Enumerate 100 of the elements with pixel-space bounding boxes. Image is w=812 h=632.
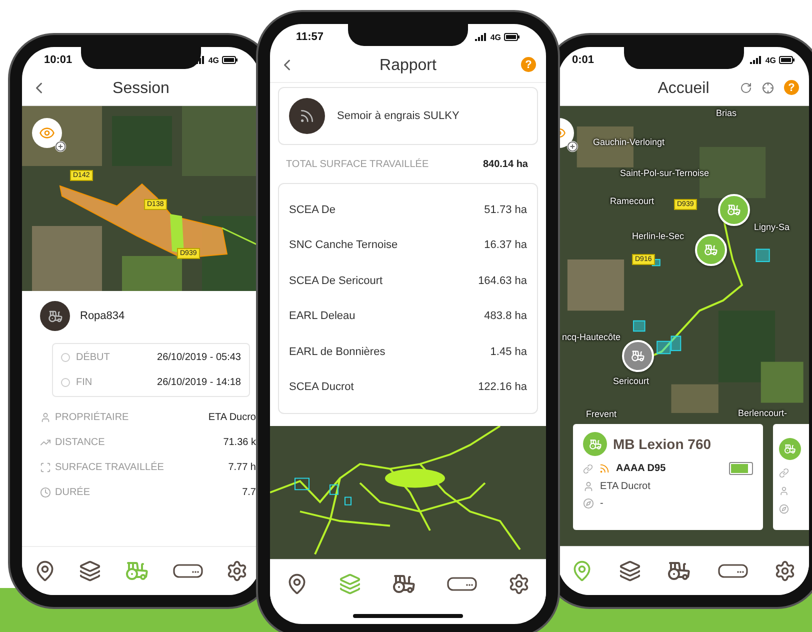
field-patch <box>671 384 718 413</box>
settings-icon <box>774 560 796 582</box>
field-patch <box>32 226 102 291</box>
parcel-outline <box>294 478 310 490</box>
period-value: 26/10/2019 - 14:18 <box>157 377 241 388</box>
battery-icon <box>222 56 238 64</box>
status-time: 10:01 <box>44 54 72 66</box>
tractor-icon <box>667 559 692 583</box>
parcel-outline <box>633 320 646 332</box>
place-name: Frevent <box>586 409 617 419</box>
status-time: 11:57 <box>296 31 324 43</box>
parcel-outline <box>330 484 338 495</box>
parcel-outline <box>656 340 671 354</box>
farm-name: EARL Deleau <box>289 310 356 322</box>
place-name: Brias <box>716 108 737 118</box>
period-label: FIN <box>61 377 92 388</box>
stat-value: 71.36 k <box>223 437 256 448</box>
screen-title: Accueil <box>658 80 710 98</box>
signal-icon <box>750 56 762 64</box>
place-name: Herlin-le-Sec <box>632 231 684 241</box>
nav-tab[interactable] <box>170 562 205 580</box>
compass-icon <box>779 504 789 514</box>
worked-zone-area <box>385 468 445 488</box>
battery-icon <box>504 33 520 41</box>
compass-icon <box>583 498 594 509</box>
link-icon <box>583 464 593 474</box>
place-name: ncq-Hautecôte <box>562 332 621 342</box>
tractor-icon <box>48 308 62 324</box>
farm-surface: 51.73 ha <box>484 204 527 216</box>
machine-pin[interactable] <box>622 340 654 372</box>
farm-surface: 1.45 ha <box>490 346 527 358</box>
heading-value: - <box>600 498 604 509</box>
screen-title: Session <box>112 80 170 98</box>
farm-name: SNC Canche Ternoise <box>289 239 398 252</box>
clock-icon <box>40 487 51 498</box>
farm-name: SCEA De Sericourt <box>289 274 383 287</box>
stat-label: SURFACE TRAVAILLÉE <box>55 462 164 473</box>
stat-value: 7.7 <box>242 487 256 498</box>
person-icon <box>583 481 594 492</box>
machine-card[interactable]: MB Lexion 760 AAAA D95 ETA Ducrot - <box>573 424 763 530</box>
network-label: 4G <box>490 32 501 42</box>
layers-icon <box>79 560 102 582</box>
settings-icon <box>226 560 248 582</box>
help-button[interactable]: ? <box>521 57 536 72</box>
stat-label: DURÉE <box>55 487 90 498</box>
period-value: 26/10/2019 - 05:43 <box>157 352 241 363</box>
screen-title: Rapport <box>380 57 436 75</box>
period-label: DÉBUT <box>61 352 110 363</box>
plate-number: AAAA D95 <box>616 463 666 474</box>
nav-tab[interactable] <box>445 575 480 593</box>
expand-icon <box>40 462 51 473</box>
parcel-outline <box>344 496 352 506</box>
machine-name: Ropa834 <box>80 310 125 322</box>
stat-value: ETA Ducro <box>208 412 256 423</box>
machine-name: MB Lexion 760 <box>613 436 712 452</box>
stat-value: 7.77 h <box>228 462 256 473</box>
machine-pin[interactable] <box>695 234 727 266</box>
eye-icon <box>39 125 55 141</box>
signal-tag-icon <box>599 463 610 474</box>
farm-name: SCEA Ducrot <box>289 381 354 394</box>
layers-icon <box>619 560 642 582</box>
nav-tab[interactable] <box>716 562 750 580</box>
tractor-icon <box>124 559 149 583</box>
place-name: Saint-Pol-sur-Ternoise <box>620 168 710 178</box>
settings-icon <box>508 573 530 595</box>
layers-icon <box>338 573 361 595</box>
total-label: TOTAL SURFACE TRAVAILLÉE <box>286 158 429 170</box>
signal-icon <box>475 33 488 41</box>
place-name: Ramecourt <box>610 196 654 206</box>
battery-icon <box>779 56 795 64</box>
help-button[interactable]: ? <box>784 80 799 95</box>
place-name: Gauchin-Verloingt <box>593 137 665 147</box>
device-icon <box>172 564 203 578</box>
parcel-outline <box>756 248 770 262</box>
refresh-icon[interactable] <box>740 82 752 94</box>
field-patch <box>567 260 624 311</box>
person-icon <box>779 486 789 496</box>
status-time: 0:01 <box>572 54 594 66</box>
plus-icon <box>567 141 578 152</box>
person-icon <box>40 412 51 423</box>
implement-name: Semoir à engrais SULKY <box>337 110 460 122</box>
stat-label: PROPRIÉTAIRE <box>55 412 129 423</box>
device-icon <box>447 577 478 591</box>
trend-icon <box>40 437 51 448</box>
farm-name: EARL de Bonnières <box>289 346 386 358</box>
farm-surface: 483.8 ha <box>484 310 527 322</box>
farm-name: SCEA De <box>289 204 336 216</box>
place-name: Sericourt <box>613 376 650 386</box>
farm-surface: 122.16 ha <box>478 381 527 394</box>
parcel-outline <box>670 336 682 352</box>
farm-surface: 164.63 ha <box>478 274 527 287</box>
locate-icon[interactable] <box>762 82 774 94</box>
network-label: 4G <box>208 56 219 64</box>
link-icon <box>779 468 789 478</box>
network-label: 4G <box>765 56 776 64</box>
total-value: 840.14 ha <box>482 158 528 170</box>
tractor-icon <box>392 572 416 596</box>
machine-pin[interactable] <box>718 194 750 226</box>
place-name: Ligny-Sa <box>754 222 790 232</box>
place-name: Berlencourt- <box>738 408 788 418</box>
